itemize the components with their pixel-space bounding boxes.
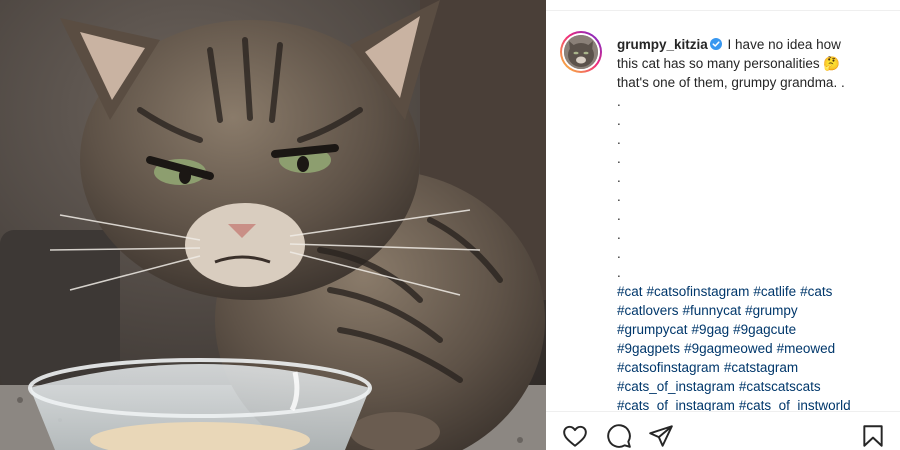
hashtag-link[interactable]: #cat — [617, 284, 643, 299]
caption-dot: . — [617, 265, 621, 280]
avatar-image — [564, 35, 598, 69]
hashtag-link[interactable]: #catsofinstagram — [647, 284, 750, 299]
comment-button[interactable] — [606, 423, 632, 449]
username-link[interactable]: grumpy_kitzia — [617, 37, 708, 52]
caption-text-line: I have no idea how — [727, 37, 841, 52]
avatar-story-ring[interactable] — [560, 31, 602, 73]
cat-photo-image — [0, 0, 546, 450]
post-photo[interactable] — [0, 0, 546, 450]
hashtag-link[interactable]: #meowed — [777, 341, 836, 356]
caption-dot: . — [617, 227, 621, 242]
hashtag-link[interactable]: #catlovers — [617, 303, 679, 318]
post-side-panel: grumpy_kitzia I have no idea how this ca… — [546, 0, 900, 450]
caption-dot: . — [617, 246, 621, 261]
panel-divider-top — [546, 10, 900, 11]
like-button[interactable] — [562, 423, 588, 449]
bookmark-icon — [863, 425, 883, 447]
hashtag-link[interactable]: #9gagpets — [617, 341, 680, 356]
hashtag-link[interactable]: #cats — [800, 284, 832, 299]
caption-dot: . — [617, 132, 621, 147]
hashtag-list: #cat #catsofinstagram #catlife #cats #catlo… — [617, 282, 889, 411]
hashtag-link[interactable]: #catlife — [753, 284, 796, 299]
caption-dot: . — [617, 208, 621, 223]
caption-dot: . — [617, 151, 621, 166]
avatar-ring-gap — [562, 33, 600, 71]
hashtag-link[interactable]: #9gagmeowed — [684, 341, 773, 356]
hashtag-link[interactable]: #catstagram — [724, 360, 798, 375]
caption-dot: . — [617, 170, 621, 185]
share-icon — [649, 425, 673, 447]
action-bar — [546, 412, 900, 450]
hashtag-link[interactable]: #catscatscats — [739, 379, 821, 394]
comment-icon — [607, 424, 631, 448]
hashtag-link[interactable]: #funnycat — [683, 303, 742, 318]
verified-badge-icon — [709, 38, 722, 50]
hashtag-link[interactable]: #9gag — [692, 322, 730, 337]
caption-text-line: that's one of them, grumpy grandma. . — [617, 75, 845, 90]
post-caption: grumpy_kitzia I have no idea how this ca… — [617, 35, 889, 411]
hashtag-link[interactable]: #cats_of_instagram — [617, 379, 735, 394]
hashtag-link[interactable]: #catsofinstagram — [617, 360, 720, 375]
avatar[interactable] — [564, 35, 598, 69]
hashtag-link[interactable]: #cats_of_instworld — [739, 398, 851, 411]
hashtag-link[interactable]: #cats_of_instagram — [617, 398, 735, 411]
heart-icon — [563, 425, 587, 447]
caption-dot: . — [617, 94, 621, 109]
hashtag-link[interactable]: #grumpycat — [617, 322, 688, 337]
share-button[interactable] — [648, 423, 674, 449]
save-button[interactable] — [860, 423, 886, 449]
caption-dot: . — [617, 189, 621, 204]
caption-dot: . — [617, 113, 621, 128]
caption-first-line: grumpy_kitzia I have no idea how — [617, 35, 889, 54]
hashtag-link[interactable]: #grumpy — [745, 303, 798, 318]
caption-text-line: this cat has so many personalities 🤔 — [617, 56, 841, 71]
hashtag-link[interactable]: #9gagcute — [733, 322, 796, 337]
